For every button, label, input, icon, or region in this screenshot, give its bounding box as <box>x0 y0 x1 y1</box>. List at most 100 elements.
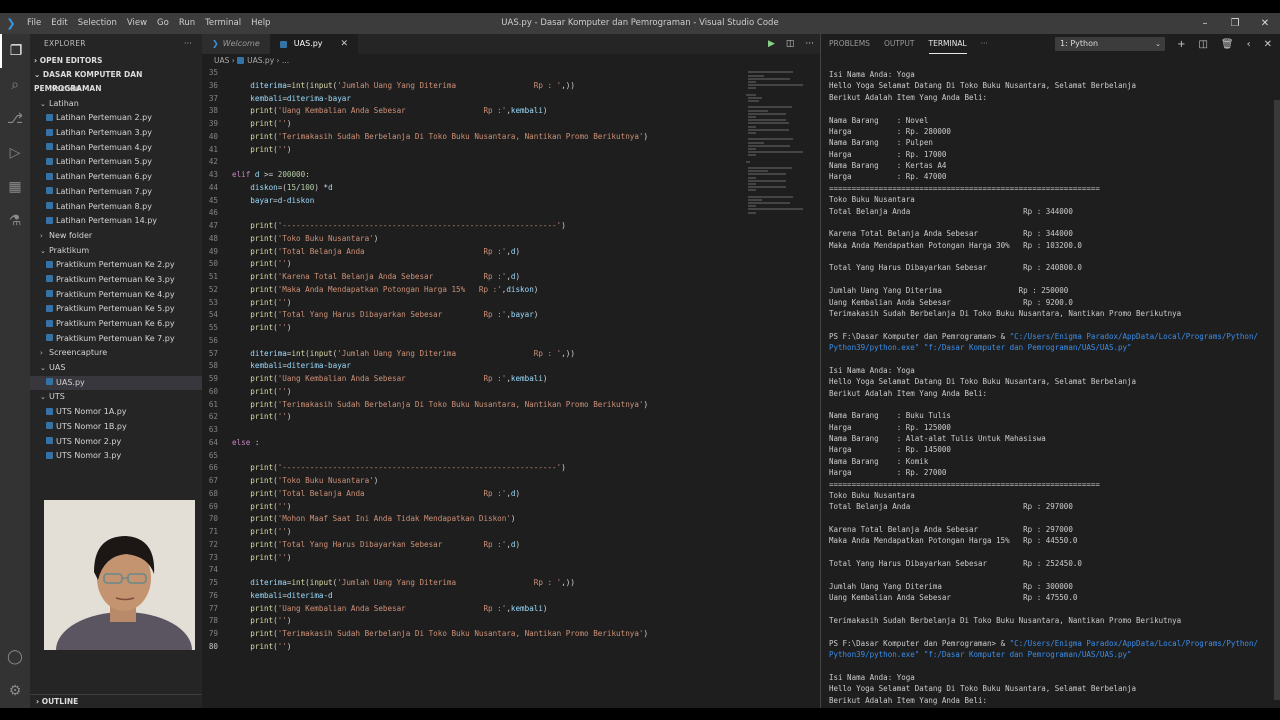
code-line[interactable]: 67 print('Toko Buku Nusantara') <box>202 475 742 488</box>
breadcrumb-symbol[interactable]: ... <box>282 56 289 65</box>
chevron-left-icon[interactable]: ‹ <box>1247 39 1251 50</box>
tree-file[interactable]: Praktikum Pertemuan Ke 6.py <box>30 317 202 332</box>
code-line[interactable]: 78 print('') <box>202 615 742 628</box>
close-tab-icon[interactable]: ✕ <box>341 34 349 54</box>
menu-item-view[interactable]: View <box>122 13 152 34</box>
tab-problems[interactable]: PROBLEMS <box>829 34 870 54</box>
code-line[interactable]: 70 print('Mohon Maaf Saat Ini Anda Tidak… <box>202 513 742 526</box>
code-line[interactable]: 44 diskon=(15/100) *d <box>202 182 742 195</box>
terminal-scrollbar[interactable] <box>1274 100 1280 700</box>
project-section[interactable]: ⌄ DASAR KOMPUTER DAN PEMROGRAMAN <box>30 68 202 93</box>
breadcrumb-folder[interactable]: UAS <box>214 56 229 65</box>
breadcrumb-file[interactable]: UAS.py <box>247 56 274 65</box>
close-icon[interactable]: ✕ <box>1250 13 1280 34</box>
code-line[interactable]: 79 print('Terimakasih Sudah Berbelanja D… <box>202 628 742 641</box>
code-line[interactable]: 75 diterima=int(input('Jumlah Uang Yang … <box>202 577 742 590</box>
code-line[interactable]: 69 print('') <box>202 501 742 514</box>
tree-file[interactable]: Praktikum Pertemuan Ke 5.py <box>30 302 202 317</box>
explorer-icon[interactable]: ❐ <box>0 34 30 68</box>
tree-file[interactable]: Latihan Pertemuan 6.py <box>30 170 202 185</box>
extensions-icon[interactable]: ▦ <box>0 170 30 204</box>
outline-section[interactable]: › OUTLINE <box>30 694 202 708</box>
menu-item-terminal[interactable]: Terminal <box>200 13 246 34</box>
code-line[interactable]: 57 diterima=int(input('Jumlah Uang Yang … <box>202 348 742 361</box>
run-debug-icon[interactable]: ▷ <box>0 136 30 170</box>
account-icon[interactable]: ◯ <box>0 640 30 674</box>
code-line[interactable]: 71 print('') <box>202 526 742 539</box>
code-line[interactable]: 63 <box>202 424 742 437</box>
code-line[interactable]: 56 <box>202 335 742 348</box>
tree-file[interactable]: Latihan Pertemuan 7.py <box>30 185 202 200</box>
panel-more-icon[interactable]: ··· <box>981 34 988 54</box>
tree-file[interactable]: Latihan Pertemuan 4.py <box>30 141 202 156</box>
minimap[interactable] <box>746 67 810 214</box>
tree-folder[interactable]: ⌄ UAS <box>30 361 202 376</box>
trash-icon[interactable]: 🗑 <box>1221 39 1234 50</box>
code-line[interactable]: 43 elif d >= 200000: <box>202 169 742 182</box>
code-line[interactable]: 35 <box>202 67 742 80</box>
tree-folder[interactable]: › .vscode <box>30 82 202 97</box>
code-line[interactable]: 60 print('') <box>202 386 742 399</box>
tree-folder[interactable]: › Screencapture <box>30 346 202 361</box>
more-actions-icon[interactable]: ··· <box>184 34 192 54</box>
tree-file[interactable]: UTS Nomor 1B.py <box>30 420 202 435</box>
code-line[interactable]: 52 print('Maka Anda Mendapatkan Potongan… <box>202 284 742 297</box>
search-icon[interactable]: ⌕ <box>0 68 30 102</box>
code-line[interactable]: 66 print('------------------------------… <box>202 462 742 475</box>
new-terminal-icon[interactable]: + <box>1177 39 1185 50</box>
code-line[interactable]: 61 print('Terimakasih Sudah Berbelanja D… <box>202 399 742 412</box>
tab-output[interactable]: OUTPUT <box>884 34 915 54</box>
open-editors-section[interactable]: › OPEN EDITORS <box>30 54 202 68</box>
split-terminal-icon[interactable]: ◫ <box>1198 39 1207 50</box>
tree-file[interactable]: Praktikum Pertemuan Ke 3.py <box>30 273 202 288</box>
code-line[interactable]: 48 print('Toko Buku Nusantara') <box>202 233 742 246</box>
code-line[interactable]: 76 kembali=diterima-d <box>202 590 742 603</box>
code-line[interactable]: 72 print('Total Yang Harus Dibayarkan Se… <box>202 539 742 552</box>
menu-item-go[interactable]: Go <box>152 13 174 34</box>
code-line[interactable]: 49 print('Total Belanja Anda Rp :',d) <box>202 246 742 259</box>
code-line[interactable]: 59 print('Uang Kembalian Anda Sebesar Rp… <box>202 373 742 386</box>
code-line[interactable]: 47 print('------------------------------… <box>202 220 742 233</box>
more-actions-icon[interactable]: ··· <box>805 39 814 49</box>
minimize-icon[interactable]: – <box>1190 13 1220 34</box>
code-line[interactable]: 64 else : <box>202 437 742 450</box>
code-line[interactable]: 42 <box>202 156 742 169</box>
tree-folder[interactable]: ⌄ Praktikum <box>30 244 202 259</box>
tree-file[interactable]: UTS Nomor 2.py <box>30 435 202 450</box>
menu-item-run[interactable]: Run <box>174 13 200 34</box>
code-line[interactable]: 38 print('Uang Kembalian Anda Sebesar Rp… <box>202 105 742 118</box>
tree-file[interactable]: UAS.py <box>30 375 202 391</box>
source-control-icon[interactable]: ⎇ <box>0 102 30 136</box>
run-file-icon[interactable]: ▶ <box>768 39 775 49</box>
tab-terminal[interactable]: TERMINAL <box>928 34 967 54</box>
tree-file[interactable]: Latihan Pertemuan 2.py <box>30 111 202 126</box>
code-line[interactable]: 37 kembali=diterima-bayar <box>202 93 742 106</box>
code-editor[interactable]: 35 36 diterima=int(input('Jumlah Uang Yan… <box>202 67 742 654</box>
restore-icon[interactable]: ❐ <box>1220 13 1250 34</box>
code-line[interactable]: 65 <box>202 450 742 463</box>
testing-icon[interactable]: ⚗ <box>0 204 30 238</box>
menu-item-file[interactable]: File <box>22 13 46 34</box>
split-editor-icon[interactable]: ◫ <box>786 39 795 49</box>
tab-welcome[interactable]: ❯ Welcome <box>202 34 270 54</box>
terminal-selector[interactable]: 1: Python ⌄ <box>1055 37 1165 51</box>
menu-item-selection[interactable]: Selection <box>73 13 122 34</box>
code-line[interactable]: 46 <box>202 207 742 220</box>
code-line[interactable]: 80 print('') <box>202 641 742 654</box>
code-line[interactable]: 58 kembali=diterima-bayar <box>202 360 742 373</box>
code-line[interactable]: 39 print('') <box>202 118 742 131</box>
tree-folder[interactable]: ⌄ UTS <box>30 390 202 405</box>
code-line[interactable]: 74 <box>202 564 742 577</box>
code-line[interactable]: 41 print('') <box>202 144 742 157</box>
tree-file[interactable]: UTS Nomor 3.py <box>30 449 202 464</box>
menu-item-edit[interactable]: Edit <box>46 13 72 34</box>
tree-file[interactable]: Latihan Pertemuan 3.py <box>30 126 202 141</box>
tree-file[interactable]: Latihan Pertemuan 8.py <box>30 200 202 215</box>
code-line[interactable]: 50 print('') <box>202 258 742 271</box>
code-line[interactable]: 40 print('Terimakasih Sudah Berbelanja D… <box>202 131 742 144</box>
tree-folder[interactable]: ⌄ Latihan <box>30 97 202 112</box>
menu-item-help[interactable]: Help <box>246 13 275 34</box>
tree-file[interactable]: Praktikum Pertemuan Ke 7.py <box>30 332 202 347</box>
code-line[interactable]: 54 print('Total Yang Harus Dibayarkan Se… <box>202 309 742 322</box>
tree-file[interactable]: UTS Nomor 1A.py <box>30 405 202 420</box>
